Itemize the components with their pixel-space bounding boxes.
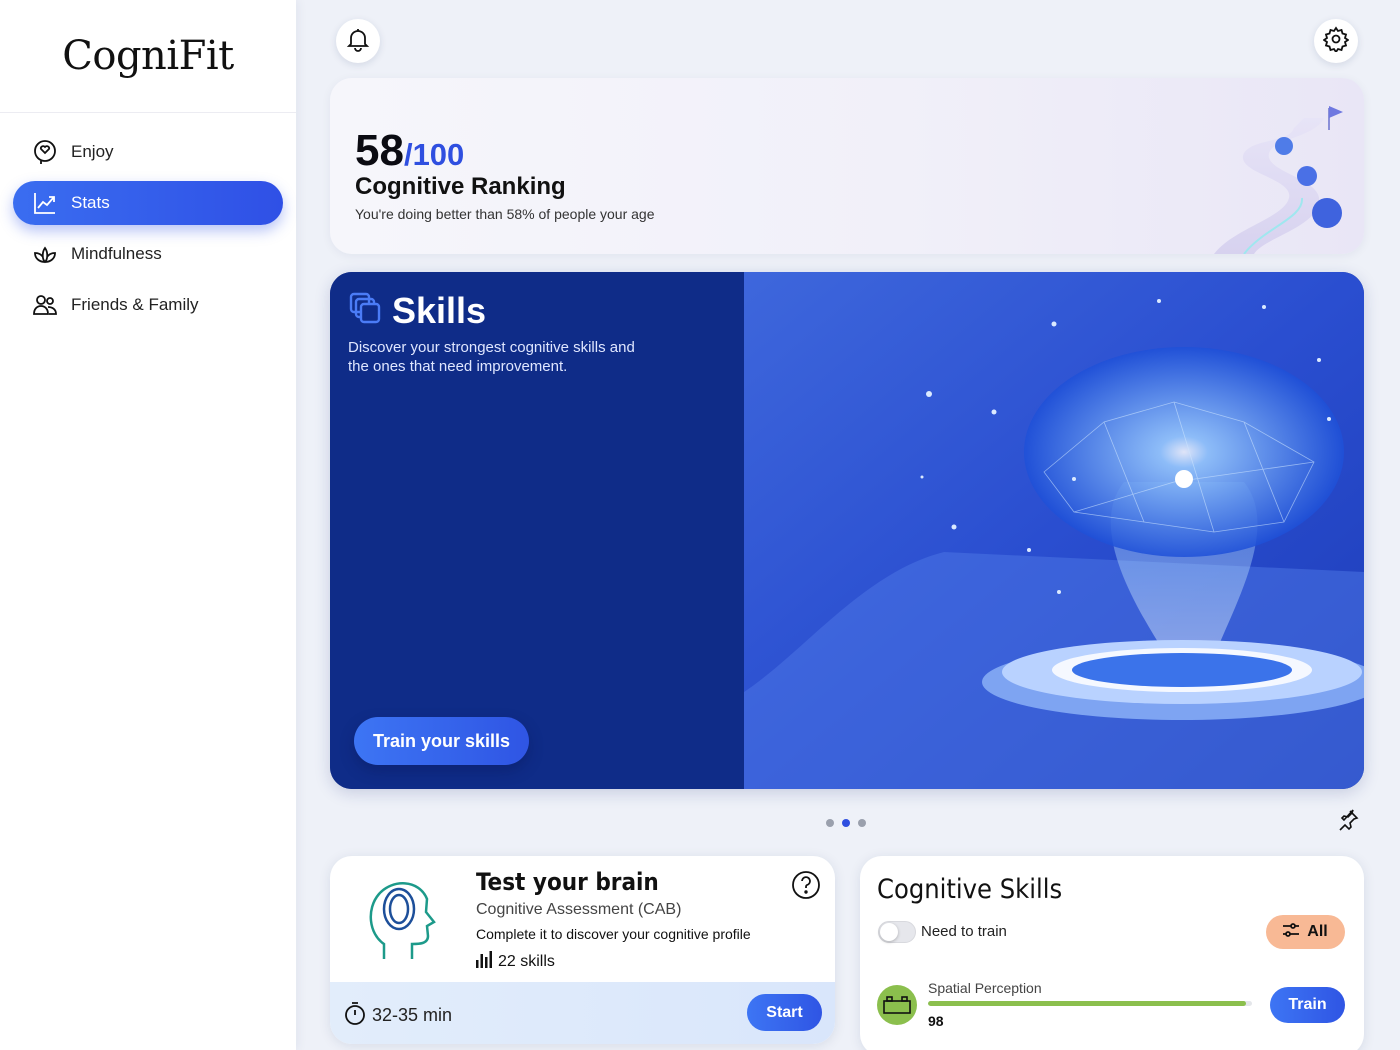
skills-title: Skills xyxy=(392,290,487,331)
brain-heart-icon xyxy=(31,138,59,166)
carousel-dot[interactable] xyxy=(858,819,866,827)
ranking-score: 58 /100 xyxy=(355,126,464,176)
stopwatch-icon xyxy=(344,1001,366,1030)
skills-header: Skills xyxy=(348,290,486,332)
skill-name: Spatial Perception xyxy=(928,980,1042,996)
notifications-button[interactable] xyxy=(336,19,380,63)
main-nav: Enjoy Stats Mindfulness Friends & Family xyxy=(0,113,296,327)
settings-button[interactable] xyxy=(1314,19,1358,63)
sidebar-item-mindfulness[interactable]: Mindfulness xyxy=(13,232,283,276)
chart-line-icon xyxy=(31,189,59,217)
sidebar: CogniFit Enjoy Stats Mindfulness Friends… xyxy=(0,0,296,1050)
bell-icon xyxy=(345,26,371,57)
spatial-perception-icon xyxy=(877,985,917,1025)
sidebar-item-label: Mindfulness xyxy=(71,244,162,263)
carousel-dot[interactable] xyxy=(826,819,834,827)
score-value: 58 xyxy=(355,126,404,175)
cognitive-ranking-card[interactable]: 58 /100 Cognitive Ranking You're doing b… xyxy=(330,78,1364,254)
test-your-brain-card: Test your brain Cognitive Assessment (CA… xyxy=(330,856,835,1044)
help-icon[interactable] xyxy=(791,870,821,900)
train-your-skills-button[interactable]: Train your skills xyxy=(354,717,530,765)
test-card-footer: 32-35 min Start xyxy=(330,982,835,1044)
carousel-dot-active[interactable] xyxy=(842,819,850,827)
test-title: Test your brain xyxy=(476,868,659,896)
duration-label: 32-35 min xyxy=(372,1005,453,1025)
skill-progress-fill xyxy=(928,1001,1246,1006)
skill-progress-bar xyxy=(928,1001,1252,1006)
test-skills-count: 22 skills xyxy=(476,950,555,973)
skills-banner: Skills Discover your strongest cognitive… xyxy=(330,272,1364,789)
skills-count-label: 22 skills xyxy=(498,952,555,970)
test-subtitle: Cognitive Assessment (CAB) xyxy=(476,901,682,918)
sidebar-item-friends-family[interactable]: Friends & Family xyxy=(13,283,283,327)
carousel-indicators xyxy=(826,819,866,827)
pin-icon[interactable] xyxy=(1336,808,1360,832)
lotus-icon xyxy=(31,240,59,268)
skill-score: 98 xyxy=(928,1013,944,1029)
toggle-knob xyxy=(880,923,898,941)
cognitive-skills-title: Cognitive Skills xyxy=(877,874,1063,905)
filter-all-label: All xyxy=(1307,923,1328,940)
head-assessment-icon xyxy=(364,874,438,964)
start-test-button[interactable]: Start xyxy=(747,994,822,1031)
ranking-subtitle: You're doing better than 58% of people y… xyxy=(355,206,655,222)
filter-all-button[interactable]: All xyxy=(1266,915,1345,949)
test-duration: 32-35 min xyxy=(344,1001,452,1030)
progress-path-illustration xyxy=(1214,106,1343,254)
score-max: /100 xyxy=(403,137,465,172)
sidebar-item-stats[interactable]: Stats xyxy=(13,181,283,225)
sidebar-item-label: Stats xyxy=(71,193,110,212)
sidebar-item-label: Friends & Family xyxy=(71,295,199,314)
sliders-icon xyxy=(1283,922,1300,942)
cognitive-skills-card: Cognitive Skills Need to train All Spati… xyxy=(860,856,1364,1050)
logo-text: CogniFit xyxy=(62,33,234,79)
train-skill-button[interactable]: Train xyxy=(1270,987,1345,1023)
skills-info-panel: Skills Discover your strongest cognitive… xyxy=(330,272,744,789)
need-to-train-label: Need to train xyxy=(921,923,1007,940)
layers-icon xyxy=(348,291,384,332)
brain-hologram-illustration xyxy=(744,272,1364,789)
bar-chart-icon xyxy=(476,950,492,973)
ranking-title: Cognitive Ranking xyxy=(355,173,566,200)
need-to-train-toggle[interactable] xyxy=(878,921,916,943)
skills-description: Discover your strongest cognitive skills… xyxy=(348,339,635,375)
people-icon xyxy=(31,291,59,319)
test-description: Complete it to discover your cognitive p… xyxy=(476,926,751,942)
cognifit-logo[interactable]: CogniFit xyxy=(0,0,296,113)
sidebar-item-enjoy[interactable]: Enjoy xyxy=(13,130,283,174)
gear-icon xyxy=(1322,25,1350,57)
sidebar-item-label: Enjoy xyxy=(71,142,114,161)
